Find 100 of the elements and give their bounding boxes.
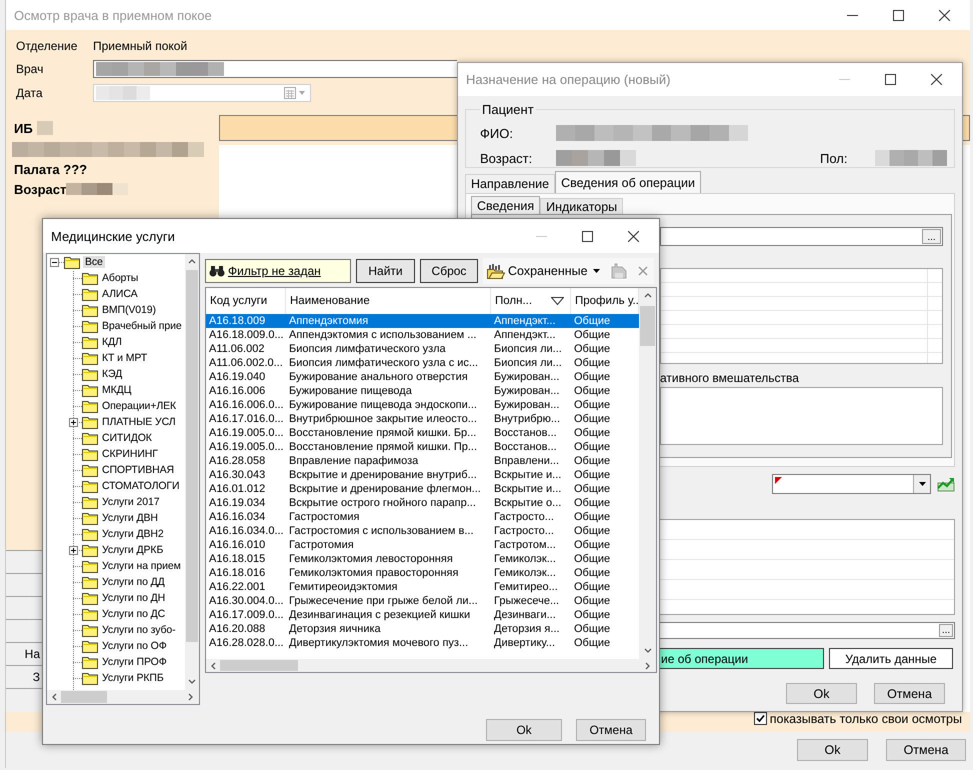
table-row[interactable]: A16.16.034 Гастростомия Гастросто... Общие: [206, 510, 639, 524]
doctor-field[interactable]: [93, 60, 457, 78]
tree-item[interactable]: Услуги 2017: [100, 496, 162, 508]
table-row[interactable]: A11.06.002 Биопсия лимфатического узла Биопсия ли... Общие: [206, 342, 639, 356]
chart-icon[interactable]: [937, 476, 955, 492]
save-button[interactable]: ие об операции: [658, 648, 824, 669]
table-cell-text: Восстанов...: [493, 440, 558, 454]
tab[interactable]: Направление: [465, 174, 556, 193]
tree-item[interactable]: ПЛАТНЫЕ УСЛ: [100, 416, 178, 428]
cancel-button[interactable]: Отмена: [576, 719, 646, 741]
table-row[interactable]: A16.18.009.0... Аппендэктомия с использованием ... Аппендэкт... Общие: [206, 328, 639, 342]
table-row[interactable]: A11.06.002.0... Биопсия лимфатического узла с ис... Биопсия ли... Общие: [206, 356, 639, 370]
table-cell-text: A16.19.040: [208, 370, 266, 384]
date-field[interactable]: [93, 84, 311, 102]
tree-item[interactable]: ВМП(V019): [100, 304, 158, 316]
expand-toggle[interactable]: [50, 258, 59, 267]
tree-item[interactable]: Операции+ЛЕК: [100, 400, 178, 412]
tree-item[interactable]: СКРИНИНГ: [100, 448, 160, 460]
ok-button[interactable]: Ok: [797, 739, 868, 761]
table-cell-text: Общие: [573, 328, 612, 342]
expand-toggle[interactable]: [69, 418, 78, 427]
tree-item[interactable]: Услуги по ОФ: [100, 640, 169, 652]
table-row[interactable]: A16.18.009 Аппендэктомия Аппендэкт... Общие: [206, 314, 639, 328]
tree-item[interactable]: МКДЦ: [100, 384, 134, 396]
tree-item[interactable]: КЭД: [100, 368, 124, 380]
table-row[interactable]: A16.01.012 Вскрытие и дренирование флегмон... Вскрытие и... Общие: [206, 482, 639, 496]
table-row[interactable]: A16.28.028.0... Дивертикулэктомия мочевого пуз... Дивертику... Общие: [206, 636, 639, 650]
clear-icon[interactable]: [638, 266, 648, 276]
table-row[interactable]: A16.19.005.0... Восстановление прямой кишки. Пр... Восстанов... Общие: [206, 440, 639, 454]
table-row[interactable]: A16.17.009.0... Дезинвагинация с резекцией кишки Дезинваги... Общие: [206, 608, 639, 622]
table-row[interactable]: A16.19.040 Бужирование анального отверстия Бужирован... Общие: [206, 370, 639, 384]
scroll-thumb[interactable]: [61, 691, 107, 703]
tree-item[interactable]: Услуги ДВН2: [100, 528, 166, 540]
table-cell-text: Общие: [573, 426, 612, 440]
tree-item[interactable]: КТ и МРТ: [100, 352, 150, 364]
cancel-button[interactable]: Отмена: [886, 739, 966, 761]
input-field[interactable]: ...: [660, 227, 943, 246]
scroll-thumb[interactable]: [220, 660, 298, 671]
caret-icon[interactable]: [918, 482, 926, 486]
table-cell-text: Гемитиреоидэктомия: [288, 580, 399, 594]
dropdown[interactable]: [772, 474, 931, 494]
tab[interactable]: Сведения об операции: [555, 171, 701, 193]
close-icon[interactable]: [938, 10, 950, 20]
input-field[interactable]: ...: [658, 622, 955, 639]
find-button[interactable]: Найти: [356, 259, 415, 283]
table-row[interactable]: A16.30.004.0... Грыжесечение при грыже белой ли... Грыжесече... Общие: [206, 594, 639, 608]
tree-item[interactable]: СТОМАТОЛОГИ: [100, 480, 182, 492]
table-row[interactable]: A16.16.034.0... Гастростомия с использованием в... Гастросто... Общие: [206, 524, 639, 538]
delete-button[interactable]: Удалить данные: [829, 648, 953, 669]
tree-item[interactable]: АЛИСА: [100, 288, 140, 300]
tree-item[interactable]: КДЛ: [100, 336, 124, 348]
scroll-thumb[interactable]: [640, 306, 655, 346]
cancel-button[interactable]: Отмена: [874, 683, 945, 704]
close-icon[interactable]: [930, 74, 942, 85]
tree-item[interactable]: Услуги по ДД: [100, 576, 167, 588]
tree-item[interactable]: Врачебный прие: [100, 320, 184, 332]
folder-icon: [82, 431, 98, 445]
tree-item[interactable]: Услуги по ДС: [100, 608, 168, 620]
browse-button[interactable]: ...: [939, 624, 953, 637]
expand-toggle[interactable]: [69, 546, 78, 555]
tree-item[interactable]: Услуги по ДН: [100, 592, 168, 604]
tree-item[interactable]: СИТИДОК: [100, 432, 154, 444]
ok-button[interactable]: Ok: [486, 719, 562, 741]
table-row[interactable]: A16.16.010 Гастротомия Гастротом... Общие: [206, 538, 639, 552]
filter-icon[interactable]: [551, 297, 564, 305]
table-row[interactable]: A16.17.016.0... Внутрибрюшное закрытие илеосто... Внутрибрю... Общие: [206, 412, 639, 426]
tree-item[interactable]: Все: [83, 256, 105, 268]
table-row[interactable]: A16.20.088 Деторзия яичника Деторзия я... Общие: [206, 622, 639, 636]
table-row[interactable]: A16.18.016 Гемиколэктомия правосторонняя Гемиколэк... Общие: [206, 566, 639, 580]
tree-item[interactable]: Услуги ПРОФ: [100, 656, 169, 668]
table-row[interactable]: A16.30.043 Вскрытие и дренирование внутриб... Вскрытие и... Общие: [206, 468, 639, 482]
saved-filters-button[interactable]: Сохраненные: [508, 260, 600, 282]
tree-item[interactable]: Услуги РКПБ: [100, 672, 166, 684]
table-row[interactable]: A16.18.015 Гемиколэктомия левосторонняя Гемиколэк... Общие: [206, 552, 639, 566]
maximize-icon[interactable]: [892, 10, 904, 20]
table-row[interactable]: A16.16.006.0... Бужирование пищевода эндоскопи... Бужирован... Общие: [206, 398, 639, 412]
tree-item[interactable]: Услуги ДРКБ: [100, 544, 166, 556]
tree-item[interactable]: Услуги на прием: [100, 560, 183, 572]
reset-button[interactable]: Сброс: [420, 259, 478, 283]
tree-item[interactable]: Аборты: [100, 272, 140, 284]
tree-item[interactable]: Услуги ДВН: [100, 512, 160, 524]
tab[interactable]: Сведения: [471, 196, 540, 214]
maximize-icon[interactable]: [582, 230, 592, 242]
ok-button[interactable]: Ok: [786, 683, 857, 704]
table-row[interactable]: A16.28.058 Вправление парафимоза Вправлени... Общие: [206, 454, 639, 468]
scroll-thumb[interactable]: [186, 270, 198, 642]
table-row[interactable]: A16.22.001 Гемитиреоидэктомия Гемитирео... Общие: [206, 580, 639, 594]
text-area[interactable]: [660, 387, 943, 445]
filter-link[interactable]: Фильтр не задан: [228, 264, 321, 278]
tree-item[interactable]: СПОРТИВНАЯ: [100, 464, 176, 476]
tab[interactable]: Индикаторы: [540, 198, 624, 214]
table-row[interactable]: A16.16.006 Бужирование пищевода Бужирован... Общие: [206, 384, 639, 398]
close-icon[interactable]: [628, 230, 638, 242]
maximize-icon[interactable]: [884, 74, 896, 85]
table-row[interactable]: A16.19.005.0... Восстановление прямой кишки. Бр... Восстанов... Общие: [206, 426, 639, 440]
table-cell-text: A16.18.009.0...: [208, 328, 285, 342]
table-row[interactable]: A16.19.034 Вскрытие острого гнойного парапр... Вскрытие о... Общие: [206, 496, 639, 510]
browse-button[interactable]: ...: [922, 229, 941, 244]
tree-item[interactable]: Услуги по зубо-: [100, 624, 178, 636]
checkbox[interactable]: [754, 712, 767, 725]
